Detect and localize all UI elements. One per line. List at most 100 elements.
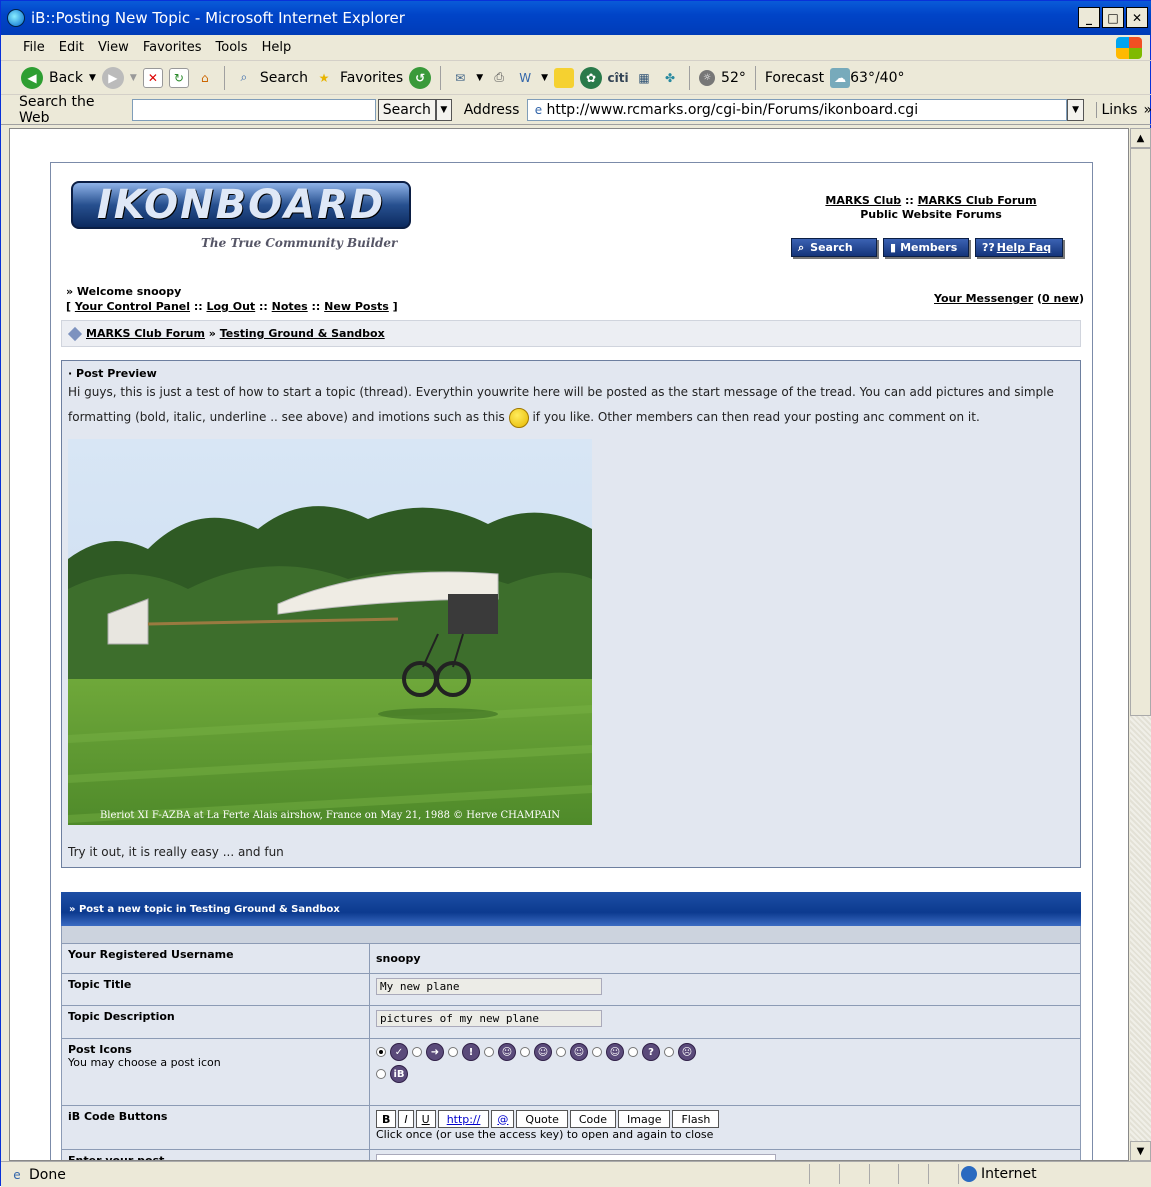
post-icon-radio-5[interactable]	[520, 1047, 530, 1057]
search-toolbar-button[interactable]: Search	[260, 70, 308, 86]
close-button[interactable]: ✕	[1126, 7, 1148, 28]
menu-tools[interactable]: Tools	[216, 40, 248, 55]
topic-title-input[interactable]	[376, 978, 602, 995]
forward-arrow-icon[interactable]: ▶	[101, 66, 124, 89]
mail-dropdown-icon[interactable]: ▼	[476, 73, 483, 83]
discuss-icon[interactable]	[554, 67, 575, 88]
stop-icon[interactable]: ✕	[142, 67, 163, 88]
code-button[interactable]: Code	[569, 1110, 617, 1128]
logout-link[interactable]: Log Out	[206, 300, 255, 313]
scroll-down-icon[interactable]: ▼	[1130, 1141, 1151, 1161]
breadcrumb-section-link[interactable]: Testing Ground & Sandbox	[220, 327, 385, 340]
cloud-icon: ☁	[830, 67, 851, 88]
control-panel-link[interactable]: Your Control Panel	[75, 300, 190, 313]
refresh-icon[interactable]: ↻	[168, 67, 189, 88]
notes-link[interactable]: Notes	[272, 300, 308, 313]
menu-file[interactable]: File	[23, 40, 45, 55]
research-icon[interactable]: ▦	[634, 68, 654, 88]
home-icon[interactable]: ⌂	[195, 68, 215, 88]
window-title: iB::Posting New Topic - Microsoft Intern…	[31, 9, 405, 27]
email-button[interactable]: @	[491, 1110, 515, 1128]
question-icon: ??	[982, 241, 995, 254]
citi-icon[interactable]: cîti	[608, 68, 629, 88]
msn-icon[interactable]: ✤	[660, 68, 680, 88]
weather-icon[interactable]: ☼	[699, 69, 716, 86]
menu-help[interactable]: Help	[262, 40, 292, 55]
username-label: Your Registered Username	[62, 944, 370, 973]
check-icon: ✓	[390, 1043, 408, 1061]
search-web-input[interactable]	[131, 98, 376, 121]
search-web-button[interactable]: Search	[377, 98, 436, 121]
standard-toolbar: ◀ Back ▼ ▶ ▼ ✕ ↻ ⌂ ⌕ Search ★ Favorites …	[1, 61, 1151, 95]
topic-title-row: Topic Title	[61, 974, 1081, 1006]
post-icon-radio-3[interactable]	[448, 1047, 458, 1057]
address-dropdown-icon[interactable]: ▼	[1066, 98, 1085, 121]
post-icon-radio-2[interactable]	[412, 1047, 422, 1057]
back-dropdown-icon[interactable]: ▼	[89, 73, 96, 83]
minimize-button[interactable]: _	[1078, 7, 1100, 28]
post-icon-radio-10[interactable]	[376, 1069, 386, 1079]
favorites-star-icon[interactable]: ★	[314, 68, 334, 88]
history-icon[interactable]: ↺	[409, 66, 432, 89]
post-icon-radio-9[interactable]	[664, 1047, 674, 1057]
vertical-scrollbar[interactable]: ▲ ▼	[1130, 128, 1151, 1161]
menu-view[interactable]: View	[98, 40, 129, 55]
italic-button[interactable]: I	[398, 1110, 414, 1128]
smiley-icon	[508, 407, 529, 428]
links-button[interactable]: Links	[1096, 101, 1137, 118]
forecast-temp: 63°/40°	[850, 69, 905, 86]
post-icon-radio-8[interactable]	[628, 1047, 638, 1057]
print-icon[interactable]: ⎙	[489, 68, 509, 88]
scroll-thumb[interactable]	[1130, 148, 1151, 716]
ibcode-label: iB Code Buttons	[62, 1106, 370, 1149]
search-dropdown-icon[interactable]: ▼	[435, 98, 452, 121]
forward-dropdown-icon[interactable]: ▼	[130, 73, 137, 83]
club-link[interactable]: MARKS Club	[825, 194, 901, 207]
address-label: Address	[463, 101, 520, 118]
messenger-count-link[interactable]: 0 new	[1042, 292, 1079, 305]
search-icon[interactable]: ⌕	[234, 68, 254, 88]
quote-button[interactable]: Quote	[516, 1110, 568, 1128]
username-row: Your Registered Username snoopy	[61, 944, 1081, 974]
post-icon-radio-7[interactable]	[592, 1047, 602, 1057]
post-icon-radio-6[interactable]	[556, 1047, 566, 1057]
new-topic-form: » Post a new topic in Testing Ground & S…	[61, 892, 1081, 1160]
ikonboard-logo[interactable]: IKONBOARD	[71, 181, 411, 229]
edit-dropdown-icon[interactable]: ▼	[541, 73, 548, 83]
menu-edit[interactable]: Edit	[59, 40, 84, 55]
post-icons-row: Post Icons You may choose a post icon ✓ ➜…	[61, 1039, 1081, 1106]
airplane-photo: Bleriot XI F-AZBA at La Ferte Alais airs…	[68, 439, 592, 825]
post-textarea[interactable]	[376, 1154, 776, 1160]
edit-icon[interactable]: W	[515, 68, 535, 88]
forecast-label[interactable]: Forecast	[765, 70, 824, 86]
flash-button[interactable]: Flash	[672, 1110, 720, 1128]
nav-help-button[interactable]: ?? Help Faq	[975, 238, 1063, 257]
chevron-icon[interactable]: »	[1143, 102, 1151, 118]
post-icon-radio-4[interactable]	[484, 1047, 494, 1057]
breadcrumb-forum-link[interactable]: MARKS Club Forum	[86, 327, 205, 340]
favorites-button[interactable]: Favorites	[340, 70, 403, 86]
address-input[interactable]: e http://www.rcmarks.org/cgi-bin/Forums/…	[527, 98, 1067, 121]
bold-button[interactable]: B	[376, 1110, 397, 1128]
club-forum-link[interactable]: MARKS Club Forum	[918, 194, 1037, 207]
menu-favorites[interactable]: Favorites	[143, 40, 202, 55]
messenger-link[interactable]: Your Messenger	[934, 292, 1033, 305]
scroll-up-icon[interactable]: ▲	[1130, 128, 1151, 148]
image-button[interactable]: Image	[618, 1110, 671, 1128]
browser-window: iB::Posting New Topic - Microsoft Intern…	[0, 0, 1151, 1187]
mail-icon[interactable]: ✉	[450, 68, 470, 88]
back-button[interactable]: Back	[49, 70, 83, 86]
messenger-icon[interactable]: ✿	[580, 66, 603, 89]
nav-members-button[interactable]: ▮ Members	[883, 238, 969, 257]
maximize-button[interactable]: □	[1102, 7, 1124, 28]
back-arrow-icon[interactable]: ◀	[21, 66, 43, 89]
topic-desc-input[interactable]	[376, 1010, 602, 1027]
url-button[interactable]: http://	[437, 1110, 490, 1128]
post-icons-hint: You may choose a post icon	[68, 1056, 221, 1069]
underline-button[interactable]: U	[415, 1110, 436, 1128]
new-posts-link[interactable]: New Posts	[324, 300, 389, 313]
preview-heading: · Post Preview	[68, 367, 157, 380]
forum-nav: ⌕ Search ▮ Members ?? Help Faq	[791, 238, 1063, 257]
nav-search-button[interactable]: ⌕ Search	[791, 238, 877, 257]
post-icon-radio-1[interactable]	[376, 1047, 386, 1057]
